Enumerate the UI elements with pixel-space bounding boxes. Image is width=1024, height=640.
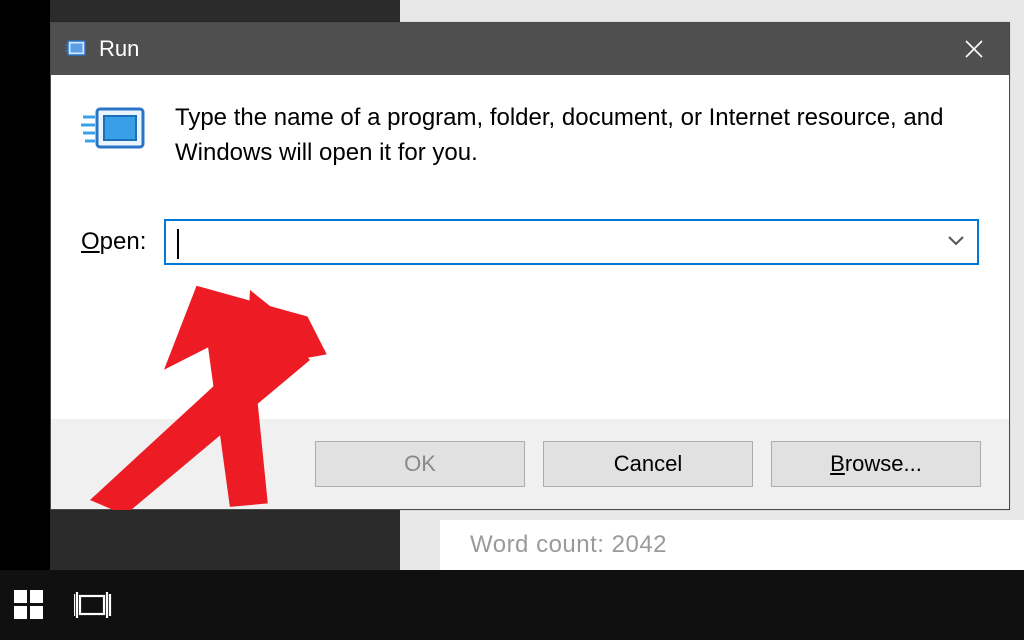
browse-button-label: Browse...: [830, 451, 922, 477]
ok-button: OK: [315, 441, 525, 487]
instruction-row: Type the name of a program, folder, docu…: [81, 101, 979, 171]
ok-button-label: OK: [404, 451, 436, 477]
run-large-icon: [81, 101, 153, 161]
open-row: Open:: [81, 219, 979, 265]
text-cursor: [177, 229, 179, 259]
cancel-button-label: Cancel: [614, 451, 682, 477]
titlebar-left: Run: [65, 36, 139, 62]
open-label-accel: O: [81, 228, 100, 255]
word-count-text: Word count: 2042: [470, 531, 667, 559]
cancel-button[interactable]: Cancel: [543, 441, 753, 487]
titlebar-title: Run: [99, 36, 139, 62]
run-icon: [65, 38, 87, 60]
close-button[interactable]: [939, 23, 1009, 75]
titlebar[interactable]: Run: [51, 23, 1009, 75]
background-status-text: Word count: 2042: [440, 520, 1024, 570]
taskbar[interactable]: [0, 570, 1024, 640]
open-input[interactable]: [166, 221, 977, 263]
task-view-icon: [74, 588, 114, 622]
browse-accel: B: [830, 451, 845, 476]
instruction-text: Type the name of a program, folder, docu…: [175, 101, 979, 171]
open-label: Open:: [81, 228, 146, 256]
browse-rest: rowse...: [845, 451, 922, 476]
open-label-rest: pen:: [100, 228, 147, 255]
run-dialog: Run Type the name of a program, folder, …: [50, 22, 1010, 510]
browse-button[interactable]: Browse...: [771, 441, 981, 487]
task-view-button[interactable]: [74, 588, 114, 622]
chevron-down-icon[interactable]: [947, 233, 965, 251]
desktop-left-strip: [0, 0, 50, 570]
close-icon: [963, 38, 985, 60]
button-row: OK Cancel Browse...: [51, 419, 1009, 509]
windows-logo-icon: [12, 588, 46, 622]
start-button[interactable]: [12, 588, 46, 622]
dialog-content: Type the name of a program, folder, docu…: [51, 75, 1009, 265]
open-combobox[interactable]: [164, 219, 979, 265]
